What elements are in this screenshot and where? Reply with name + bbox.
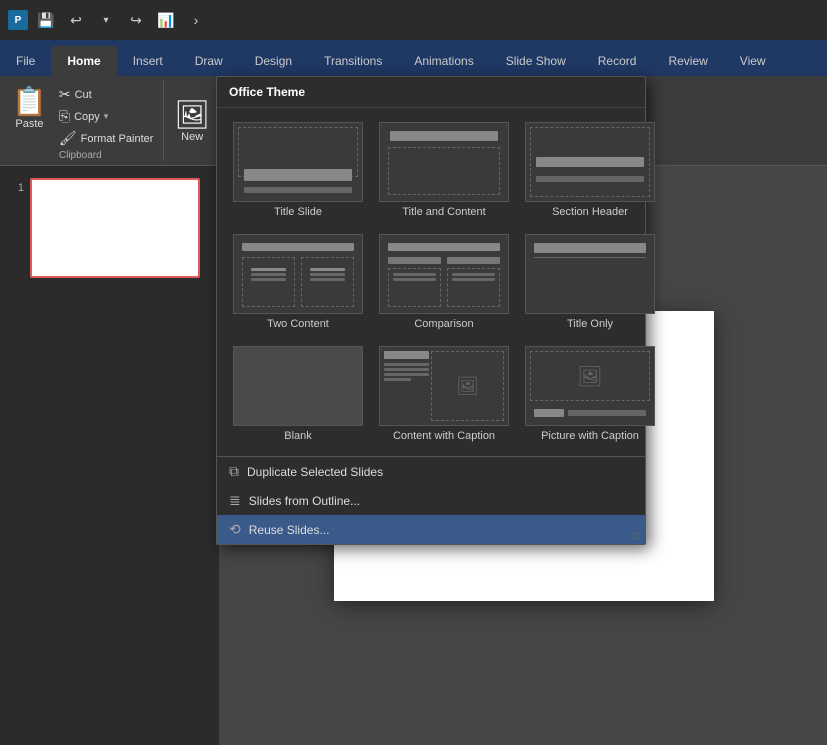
cut-button[interactable]: ✂ Cut — [55, 84, 158, 105]
slide-thumb-1[interactable]: 1 — [4, 174, 215, 282]
tab-design[interactable]: Design — [239, 46, 308, 76]
copy-icon: ⎘ — [59, 108, 70, 125]
slides-from-outline-item[interactable]: ≣ Slides from Outline... — [217, 486, 645, 515]
quick-access-button[interactable]: 📊 — [154, 8, 178, 32]
paste-button[interactable]: 📋 Paste — [6, 84, 53, 157]
copy-label: Copy — [74, 111, 100, 123]
layout-item-title-slide[interactable]: Title Slide — [229, 118, 367, 222]
tab-view[interactable]: View — [724, 46, 782, 76]
layout-thumb-title-content — [379, 122, 509, 202]
layout-item-picture-caption[interactable]: 🖼 Picture with Caption — [521, 342, 659, 446]
paste-icon: 📋 — [12, 88, 47, 116]
undo-button[interactable]: ↩ — [64, 8, 88, 32]
layout-label-two-content: Two Content — [267, 318, 329, 330]
tab-slideshow[interactable]: Slide Show — [490, 46, 582, 76]
layout-item-content-caption[interactable]: 🖼 Content with Caption — [375, 342, 513, 446]
layout-item-blank[interactable]: Blank — [229, 342, 367, 446]
duplicate-icon: ⧉ — [229, 463, 239, 480]
paste-label: Paste — [15, 118, 43, 130]
title-bar: P 💾 ↩ ▾ ↪ 📊 › — [0, 0, 827, 40]
tab-home[interactable]: Home — [51, 46, 116, 76]
cut-icon: ✂ — [59, 86, 71, 103]
copy-button[interactable]: ⎘ Copy ▾ — [55, 106, 158, 127]
layout-item-section-header[interactable]: Section Header — [521, 118, 659, 222]
layout-thumb-comparison — [379, 234, 509, 314]
tab-insert[interactable]: Insert — [117, 46, 179, 76]
copy-dropdown-arrow[interactable]: ▾ — [104, 111, 109, 122]
outline-icon: ≣ — [229, 492, 241, 509]
slide-preview-1[interactable] — [30, 178, 200, 278]
layout-label-section-header: Section Header — [552, 206, 628, 218]
layout-label-content-caption: Content with Caption — [393, 430, 495, 442]
clipboard-small-buttons: ✂ Cut ⎘ Copy ▾ 🖌 Format Painter Clipboar… — [55, 84, 158, 157]
layout-thumb-section-header — [525, 122, 655, 202]
dropdown-header: Office Theme — [217, 77, 645, 108]
app-icon: P — [8, 10, 28, 30]
tab-record[interactable]: Record — [582, 46, 653, 76]
format-painter-button[interactable]: 🖌 Format Painter — [55, 128, 158, 149]
tab-review[interactable]: Review — [652, 46, 723, 76]
layout-thumb-title-slide — [233, 122, 363, 202]
layout-item-two-content[interactable]: Two Content — [229, 230, 367, 334]
layout-thumb-picture-caption: 🖼 — [525, 346, 655, 426]
layout-label-title-slide: Title Slide — [274, 206, 322, 218]
new-slide-label: New — [181, 131, 203, 143]
layout-item-comparison[interactable]: Comparison — [375, 230, 513, 334]
layout-label-title-only: Title Only — [567, 318, 613, 330]
resize-handle: ⊡ — [633, 531, 641, 542]
tab-file[interactable]: File — [0, 46, 51, 76]
reuse-label: Reuse Slides... — [249, 523, 330, 537]
layout-thumb-content-caption: 🖼 — [379, 346, 509, 426]
redo-button[interactable]: ↪ — [124, 8, 148, 32]
layout-thumb-two-content — [233, 234, 363, 314]
clipboard-group: 📋 Paste ✂ Cut ⎘ Copy ▾ 🖌 Format Painter … — [0, 80, 164, 161]
tab-draw[interactable]: Draw — [179, 46, 239, 76]
cut-label: Cut — [75, 89, 92, 101]
format-painter-icon: 🖌 — [59, 130, 77, 147]
reuse-icon: ⟲ — [229, 521, 241, 538]
layout-label-picture-caption: Picture with Caption — [541, 430, 639, 442]
outline-label: Slides from Outline... — [249, 494, 360, 508]
layout-label-title-content: Title and Content — [402, 206, 485, 218]
layout-thumb-blank — [233, 346, 363, 426]
new-slide-button[interactable]: 🖼 New — [170, 94, 214, 147]
layout-label-blank: Blank — [284, 430, 312, 442]
slide-number-1: 1 — [8, 182, 24, 194]
new-slide-icon: 🖼 — [174, 98, 210, 131]
duplicate-slides-item[interactable]: ⧉ Duplicate Selected Slides — [217, 457, 645, 486]
clipboard-label: Clipboard — [55, 150, 158, 161]
new-slide-dropdown: Office Theme Title Slide — [216, 76, 646, 545]
reuse-slides-item[interactable]: ⟲ Reuse Slides... — [217, 515, 645, 544]
undo-dropdown[interactable]: ▾ — [94, 8, 118, 32]
save-button[interactable]: 💾 — [34, 8, 58, 32]
layout-item-title-only[interactable]: Title Only — [521, 230, 659, 334]
layout-label-comparison: Comparison — [414, 318, 473, 330]
tab-transitions[interactable]: Transitions — [308, 46, 398, 76]
layout-item-title-content[interactable]: Title and Content — [375, 118, 513, 222]
more-button[interactable]: › — [184, 8, 208, 32]
slides-panel: 1 — [0, 166, 220, 745]
layout-grid: Title Slide Title and Content — [217, 108, 645, 456]
format-painter-label: Format Painter — [81, 133, 154, 145]
layout-thumb-title-only — [525, 234, 655, 314]
duplicate-label: Duplicate Selected Slides — [247, 465, 383, 479]
ribbon-tabs: File Home Insert Draw Design Transitions… — [0, 40, 827, 76]
tab-animations[interactable]: Animations — [398, 46, 489, 76]
